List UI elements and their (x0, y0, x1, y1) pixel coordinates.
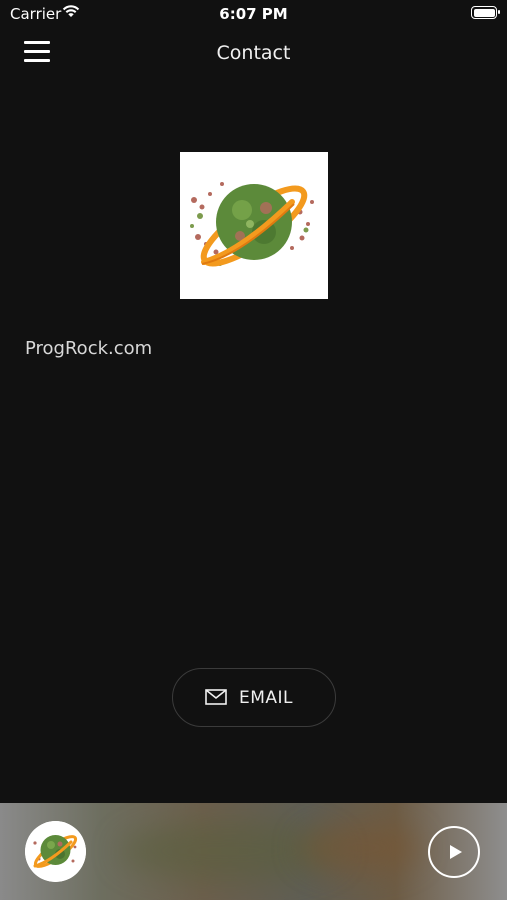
prog-rock-logo (180, 152, 328, 299)
email-button-label: EMAIL (239, 688, 294, 708)
status-bar: Carrier 6:07 PM (0, 0, 507, 28)
mini-player (0, 803, 507, 900)
play-icon (450, 845, 462, 859)
status-time: 6:07 PM (219, 5, 288, 23)
play-button[interactable] (428, 826, 480, 878)
email-button[interactable]: EMAIL (172, 668, 336, 727)
battery-icon (471, 6, 500, 19)
player-artwork[interactable] (25, 821, 86, 882)
mail-icon (205, 689, 227, 705)
page-title: Contact (216, 42, 291, 64)
nav-bar: Contact (0, 28, 507, 78)
planet-logo-icon (25, 821, 86, 882)
contact-screen: Carrier 6:07 PM Contact ProgRock.com EMA… (0, 0, 507, 900)
planet-logo-icon (190, 182, 314, 267)
website-link[interactable]: ProgRock.com (25, 338, 152, 359)
background-blur (300, 823, 420, 873)
